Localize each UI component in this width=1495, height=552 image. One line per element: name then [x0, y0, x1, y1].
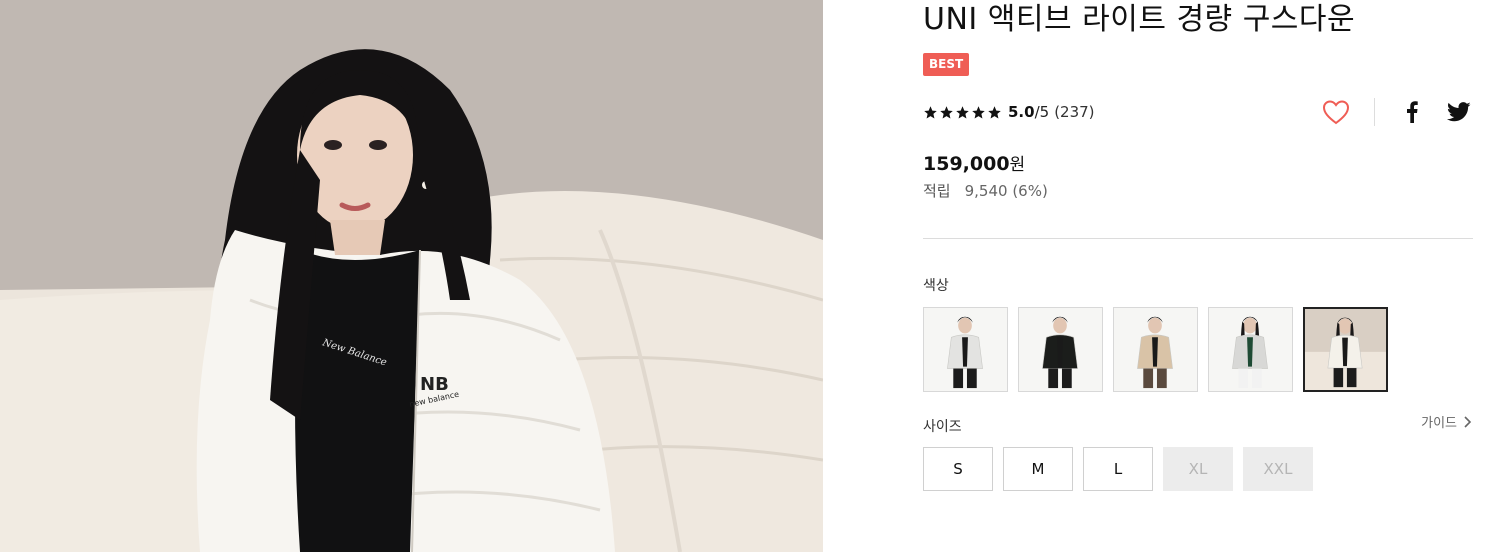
- best-badge: BEST: [923, 53, 970, 76]
- size-options: S M L XL XXL: [923, 447, 1313, 491]
- price-amount: 159,000: [923, 153, 1010, 175]
- size-option-m[interactable]: M: [1003, 447, 1073, 491]
- share-actions: [1320, 96, 1473, 128]
- swatch-white-female[interactable]: [1303, 307, 1388, 392]
- swatch-thumbnail: [924, 308, 1007, 391]
- heart-icon: [1322, 100, 1350, 125]
- rating-max: /5: [1034, 103, 1050, 121]
- size-option-xxl: XXL: [1243, 447, 1313, 491]
- star-icon: [940, 105, 953, 118]
- swatch-light-gray-female[interactable]: [1208, 307, 1293, 392]
- rating-score: 5.0: [1008, 103, 1035, 121]
- actions-divider: [1374, 98, 1375, 126]
- reward-points: 적립 9,540 (6%): [923, 180, 1048, 201]
- product-rating[interactable]: 5.0 /5 (237): [923, 101, 1095, 123]
- rating-stars: [923, 105, 1002, 120]
- size-option-xl: XL: [1163, 447, 1233, 491]
- star-icon: [988, 105, 1001, 118]
- twitter-icon: [1447, 102, 1471, 122]
- star-icon: [972, 105, 985, 118]
- points-label: 적립: [923, 182, 951, 200]
- facebook-share-button[interactable]: [1399, 98, 1425, 126]
- points-value: 9,540 (6%): [964, 182, 1048, 200]
- size-label: 사이즈: [923, 419, 962, 435]
- price-currency: 원: [1009, 155, 1026, 175]
- review-count: (237): [1054, 103, 1095, 121]
- swatch-thumbnail: [1209, 308, 1292, 391]
- size-option-l[interactable]: L: [1083, 447, 1153, 491]
- product-price: 159,000원: [923, 150, 1025, 175]
- star-icon: [924, 105, 937, 118]
- swatch-beige-male[interactable]: [1113, 307, 1198, 392]
- product-title: UNI 액티브 라이트 경량 구스다운: [923, 2, 1356, 37]
- product-detail-page: New Balance NB new balance UNI 액티브 라이트 경…: [0, 0, 1495, 552]
- product-info-panel: UNI 액티브 라이트 경량 구스다운 BEST 5.0 /5 (237) 15…: [923, 0, 1473, 552]
- twitter-share-button[interactable]: [1445, 98, 1473, 126]
- color-swatches: [923, 307, 1388, 392]
- size-option-s[interactable]: S: [923, 447, 993, 491]
- wishlist-button[interactable]: [1320, 96, 1352, 128]
- size-guide-label: 가이드: [1421, 416, 1457, 431]
- product-hero-image: New Balance NB new balance: [0, 0, 823, 552]
- star-icon: [956, 105, 969, 118]
- swatch-black-male[interactable]: [1018, 307, 1103, 392]
- size-guide-link[interactable]: 가이드: [1421, 412, 1473, 431]
- hero-illustration: New Balance NB new balance: [0, 0, 823, 552]
- swatch-thumbnail: [1305, 309, 1386, 390]
- color-label: 색상: [923, 278, 949, 294]
- swatch-thumbnail: [1019, 308, 1102, 391]
- facebook-icon: [1407, 101, 1418, 123]
- chevron-right-icon: [1464, 415, 1472, 428]
- swatch-light-gray-male[interactable]: [923, 307, 1008, 392]
- swatch-thumbnail: [1114, 308, 1197, 391]
- section-divider: [923, 238, 1473, 239]
